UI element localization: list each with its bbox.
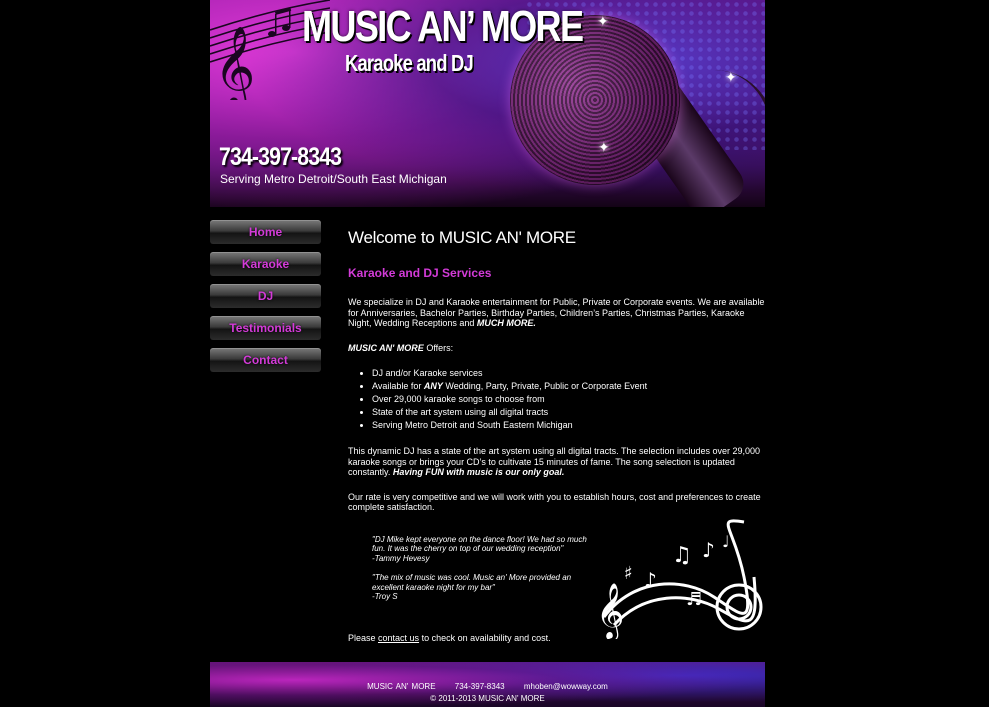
offers-list: DJ and/or Karaoke services Available for…: [348, 367, 766, 432]
header-banner: ✦ ✦ ✦ 𝄞 MUSIC AN’ MORE Karaoke and DJ 73…: [210, 0, 765, 207]
nav-karaoke-button[interactable]: Karaoke: [210, 252, 321, 276]
footer-contact-line: MUSIC AN' MORE 734-397-8343 mhoben@wowwa…: [210, 682, 765, 691]
nav-contact-button[interactable]: Contact: [210, 348, 321, 372]
list-item: Over 29,000 karaoke songs to choose from: [372, 393, 766, 406]
rate-paragraph: Our rate is very competitive and we will…: [348, 491, 761, 513]
nav-testimonials-button[interactable]: Testimonials: [210, 316, 321, 340]
list-item: DJ and/or Karaoke services: [372, 367, 766, 380]
list-item-text: Wedding, Party, Private, Public or Corpo…: [442, 381, 648, 391]
list-item: Serving Metro Detroit and South Eastern …: [372, 419, 766, 432]
offers-label: MUSIC AN' MORE Offers:: [348, 343, 766, 354]
contact-us-link[interactable]: contact us: [378, 633, 419, 643]
testimonials-section: "DJ Mike kept everyone on the dance floo…: [348, 518, 766, 639]
list-item-emphasis: ANY: [423, 381, 443, 391]
footer-copyright: © 2011-2013 MUSIC AN' MORE: [430, 694, 545, 703]
svg-text:♩: ♩: [722, 532, 730, 551]
sparkle-icon: ✦: [598, 140, 610, 156]
intro-paragraph: We specialize in DJ and Karaoke entertai…: [348, 297, 766, 329]
sidebar-nav: Home Karaoke DJ Testimonials Contact: [210, 220, 321, 380]
svg-text:♫: ♫: [672, 543, 692, 568]
list-item-text: State of the art system using all digita…: [372, 407, 549, 417]
svg-text:𝄞: 𝄞: [596, 583, 624, 639]
testimonial: "The mix of music was cool. Music an' Mo…: [372, 573, 594, 602]
svg-text:♪: ♪: [702, 538, 715, 562]
svg-text:𝄞: 𝄞: [214, 25, 255, 100]
sparkle-icon: ✦: [725, 70, 737, 86]
svg-text:♬: ♬: [686, 589, 702, 610]
svg-text:♪: ♪: [644, 568, 657, 592]
intro-text: We specialize in DJ and Karaoke entertai…: [348, 297, 765, 328]
header-tagline: Serving Metro Detroit/South East Michiga…: [220, 172, 447, 186]
site-subtitle: Karaoke and DJ: [345, 50, 474, 76]
contact-post: to check on availability and cost.: [419, 633, 551, 643]
svg-text:♯: ♯: [624, 563, 633, 584]
microphone-cord-graphic: [690, 70, 765, 207]
testimonial-quote: "The mix of music was cool. Music an' Mo…: [372, 573, 572, 592]
site-title: MUSIC AN’ MORE: [302, 2, 584, 51]
list-item-text: Serving Metro Detroit and South Eastern …: [372, 420, 573, 430]
nav-dj-button[interactable]: DJ: [210, 284, 321, 308]
welcome-heading: Welcome to MUSIC AN' MORE: [348, 228, 576, 247]
intro-emphasis: MUCH MORE.: [476, 318, 536, 328]
testimonial: "DJ Mike kept everyone on the dance floo…: [372, 535, 594, 564]
footer-name: MUSIC AN' MORE: [367, 682, 436, 691]
footer-phone: 734-397-8343: [454, 682, 505, 691]
footer: MUSIC AN' MORE 734-397-8343 mhoben@wowwa…: [210, 662, 765, 707]
footer-email[interactable]: mhoben@wowway.com: [524, 682, 608, 691]
testimonial-author: -Tammy Hevesy: [372, 553, 430, 563]
list-item-text: Available for: [372, 381, 424, 391]
music-notes-swirl-icon: 𝄞 ♯ ♪ ♫ ♪ ♬ ♩: [596, 518, 763, 639]
testimonial-quote: "DJ Mike kept everyone on the dance floo…: [372, 534, 587, 554]
contact-paragraph: Please contact us to check on availabili…: [348, 633, 551, 644]
testimonial-author: -Troy S: [372, 592, 398, 601]
nav-home-button[interactable]: Home: [210, 220, 321, 244]
list-item: State of the art system using all digita…: [372, 406, 766, 419]
main-content: Welcome to MUSIC AN' MORE Karaoke and DJ…: [348, 228, 766, 643]
dj-emphasis: Having FUN with music is our only goal.: [392, 467, 565, 477]
list-item-text: Over 29,000 karaoke songs to choose from: [372, 394, 545, 404]
contact-pre: Please: [348, 633, 379, 643]
sparkle-icon: ✦: [597, 14, 609, 30]
header-phone: 734-397-8343: [219, 143, 342, 171]
services-heading: Karaoke and DJ Services: [348, 266, 492, 280]
list-item-text: DJ and/or Karaoke services: [372, 368, 483, 378]
dj-paragraph: This dynamic DJ has a state of the art s…: [348, 446, 766, 478]
offers-suffix: Offers:: [423, 342, 454, 353]
offers-brand: MUSIC AN' MORE: [348, 342, 424, 353]
list-item: Available for ANY Wedding, Party, Privat…: [372, 380, 766, 393]
page-wrapper: ✦ ✦ ✦ 𝄞 MUSIC AN’ MORE Karaoke and DJ 73…: [210, 0, 765, 707]
